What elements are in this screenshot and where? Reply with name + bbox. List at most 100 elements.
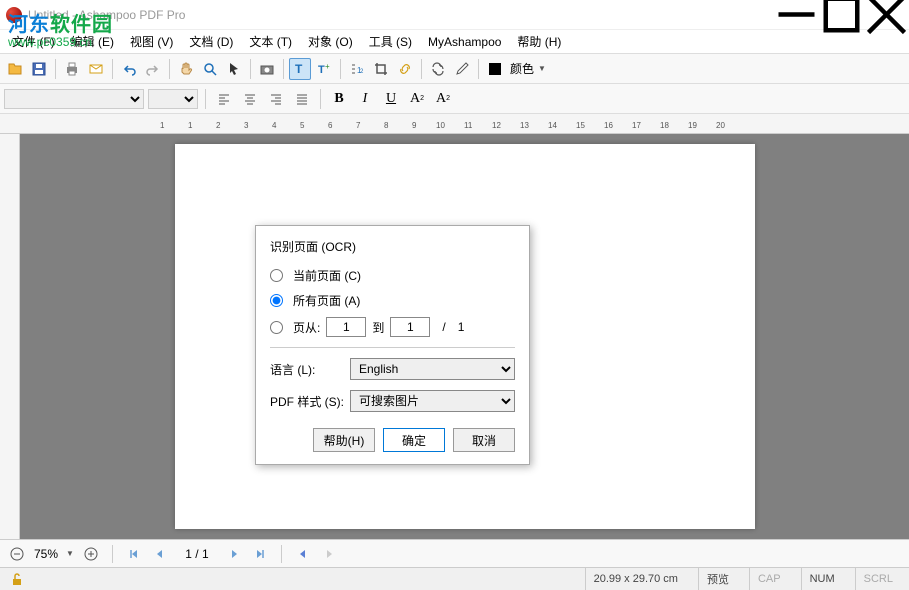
- menu-file[interactable]: 文件 (F): [4, 31, 63, 52]
- svg-text:2: 2: [360, 69, 364, 75]
- svg-text:15: 15: [576, 121, 585, 130]
- radio-page-range[interactable]: [270, 321, 283, 334]
- undo-icon[interactable]: [118, 58, 140, 80]
- color-swatch[interactable]: [484, 58, 506, 80]
- svg-text:1: 1: [160, 121, 165, 130]
- svg-text:8: 8: [384, 121, 389, 130]
- align-right-icon[interactable]: [265, 88, 287, 110]
- align-center-icon[interactable]: [239, 88, 261, 110]
- print-icon[interactable]: [61, 58, 83, 80]
- svg-text:9: 9: [412, 121, 417, 130]
- minimize-button[interactable]: [774, 0, 819, 30]
- from-page-input[interactable]: [326, 317, 366, 337]
- close-button[interactable]: [864, 0, 909, 30]
- superscript-icon[interactable]: A2: [406, 88, 428, 110]
- redo-icon[interactable]: [142, 58, 164, 80]
- svg-text:14: 14: [548, 121, 557, 130]
- menu-tools[interactable]: 工具 (S): [361, 31, 420, 52]
- spacing-icon[interactable]: 12: [346, 58, 368, 80]
- crop-icon[interactable]: [370, 58, 392, 80]
- ok-button[interactable]: 确定: [383, 428, 445, 452]
- radio-pages-label: 页从:: [293, 319, 320, 336]
- history-forward-icon[interactable]: [320, 545, 338, 563]
- maximize-button[interactable]: [819, 0, 864, 30]
- to-page-input[interactable]: [390, 317, 430, 337]
- svg-text:13: 13: [520, 121, 529, 130]
- eyedropper-icon[interactable]: [451, 58, 473, 80]
- zoom-dropdown-icon[interactable]: ▼: [66, 549, 74, 558]
- radio-all-pages[interactable]: [270, 294, 283, 307]
- titlebar: Untitled - Ashampoo PDF Pro: [0, 0, 909, 30]
- zoom-icon[interactable]: [199, 58, 221, 80]
- align-justify-icon[interactable]: [291, 88, 313, 110]
- svg-text:7: 7: [356, 121, 361, 130]
- dialog-title: 识别页面 (OCR): [270, 238, 515, 255]
- ocr-dialog: 识别页面 (OCR) 当前页面 (C) 所有页面 (A) 页从: 到 / 1 语…: [255, 225, 530, 465]
- text-add-icon[interactable]: T+: [313, 58, 335, 80]
- underline-icon[interactable]: U: [380, 88, 402, 110]
- prev-page-icon[interactable]: [151, 545, 169, 563]
- find-replace-icon[interactable]: [427, 58, 449, 80]
- menu-document[interactable]: 文档 (D): [181, 31, 241, 52]
- subscript-icon[interactable]: A2: [432, 88, 454, 110]
- toolbar-main: T T+ 12 颜色 ▼: [0, 54, 909, 84]
- last-page-icon[interactable]: [251, 545, 269, 563]
- svg-text:3: 3: [244, 121, 249, 130]
- pointer-icon[interactable]: [223, 58, 245, 80]
- total-pages: 1: [458, 320, 465, 334]
- radio-all-label: 所有页面 (A): [293, 292, 360, 309]
- history-back-icon[interactable]: [294, 545, 312, 563]
- svg-text:4: 4: [272, 121, 277, 130]
- ruler-vertical: [0, 134, 20, 539]
- font-family-select[interactable]: [4, 89, 144, 109]
- svg-text:T: T: [318, 64, 325, 76]
- zoom-in-icon[interactable]: [82, 545, 100, 563]
- zoom-out-icon[interactable]: [8, 545, 26, 563]
- menu-text[interactable]: 文本 (T): [241, 31, 300, 52]
- svg-text:6: 6: [328, 121, 333, 130]
- hand-icon[interactable]: [175, 58, 197, 80]
- align-left-icon[interactable]: [213, 88, 235, 110]
- svg-text:20: 20: [716, 121, 725, 130]
- lock-icon[interactable]: [8, 570, 26, 588]
- language-label: 语言 (L):: [270, 361, 350, 378]
- language-select[interactable]: English: [350, 358, 515, 380]
- first-page-icon[interactable]: [125, 545, 143, 563]
- menu-myashampoo[interactable]: MyAshampoo: [420, 33, 509, 51]
- menu-object[interactable]: 对象 (O): [300, 31, 361, 52]
- link-icon[interactable]: [394, 58, 416, 80]
- font-size-select[interactable]: [148, 89, 198, 109]
- to-label: 到: [372, 319, 384, 336]
- menu-edit[interactable]: 编辑 (E): [63, 31, 122, 52]
- toolbar-format: B I U A2 A2: [0, 84, 909, 114]
- snapshot-icon[interactable]: [256, 58, 278, 80]
- svg-text:16: 16: [604, 121, 613, 130]
- bold-icon[interactable]: B: [328, 88, 350, 110]
- app-icon: [6, 7, 22, 23]
- menu-help[interactable]: 帮助 (H): [509, 31, 569, 52]
- menu-view[interactable]: 视图 (V): [122, 31, 181, 52]
- svg-text:19: 19: [688, 121, 697, 130]
- window-title: Untitled - Ashampoo PDF Pro: [28, 8, 185, 22]
- pdf-style-select[interactable]: 可搜索图片: [350, 390, 515, 412]
- open-icon[interactable]: [4, 58, 26, 80]
- next-page-icon[interactable]: [225, 545, 243, 563]
- cancel-button[interactable]: 取消: [453, 428, 515, 452]
- svg-text:18: 18: [660, 121, 669, 130]
- help-button[interactable]: 帮助(H): [313, 428, 375, 452]
- cap-indicator: CAP: [749, 568, 789, 590]
- svg-text:17: 17: [632, 121, 641, 130]
- radio-current-label: 当前页面 (C): [293, 267, 361, 284]
- mail-icon[interactable]: [85, 58, 107, 80]
- svg-text:+: +: [325, 62, 330, 71]
- radio-current-page[interactable]: [270, 269, 283, 282]
- menubar: 文件 (F) 编辑 (E) 视图 (V) 文档 (D) 文本 (T) 对象 (O…: [0, 30, 909, 54]
- statusbar-info: 20.99 x 29.70 cm 预览 CAP NUM SCRL: [0, 567, 909, 590]
- color-label: 颜色: [510, 60, 534, 77]
- svg-text:10: 10: [436, 121, 445, 130]
- text-edit-icon[interactable]: T: [289, 58, 311, 80]
- color-dropdown-icon[interactable]: ▼: [538, 64, 546, 73]
- slash-label: /: [442, 320, 445, 334]
- italic-icon[interactable]: I: [354, 88, 376, 110]
- save-icon[interactable]: [28, 58, 50, 80]
